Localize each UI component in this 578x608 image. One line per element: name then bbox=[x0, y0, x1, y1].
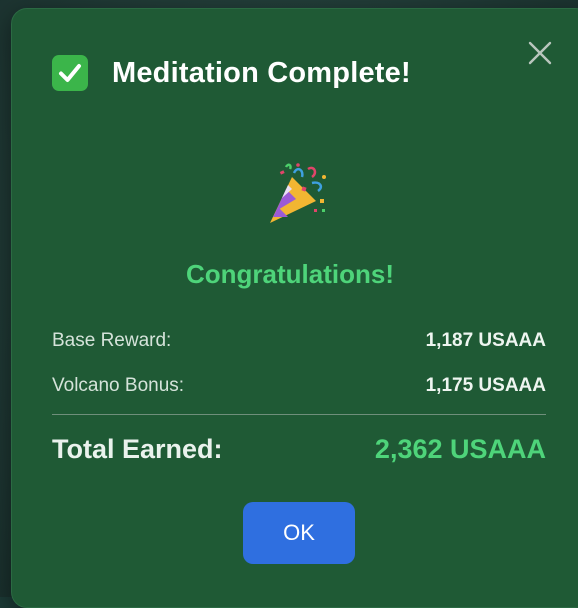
party-popper-icon bbox=[262, 161, 334, 233]
congratulations-heading: Congratulations! bbox=[186, 259, 394, 289]
check-mark-icon bbox=[52, 55, 88, 91]
volcano-bonus-label: Volcano Bonus: bbox=[52, 375, 185, 396]
volcano-bonus-row: Volcano Bonus: 1,175 USAAA bbox=[52, 375, 546, 397]
total-earned-label: Total Earned: bbox=[52, 434, 223, 464]
base-reward-row: Base Reward: 1,187 USAAA bbox=[52, 330, 546, 352]
check-mark-glyph bbox=[59, 64, 81, 82]
dialog-title: Meditation Complete! bbox=[112, 56, 411, 89]
close-button[interactable] bbox=[526, 39, 554, 67]
base-reward-label: Base Reward: bbox=[52, 330, 172, 351]
divider bbox=[52, 414, 546, 415]
close-icon bbox=[528, 41, 552, 65]
meditation-complete-dialog: Meditation Complete! Congratulations! Ba… bbox=[11, 8, 578, 608]
total-earned-value: 2,362 USAAA bbox=[374, 434, 546, 464]
total-earned-row: Total Earned: 2,362 USAAA bbox=[52, 434, 546, 465]
volcano-bonus-value: 1,175 USAAA bbox=[425, 375, 546, 396]
base-reward-value: 1,187 USAAA bbox=[425, 330, 546, 351]
ok-button[interactable]: OK bbox=[243, 502, 355, 564]
dialog-header: Meditation Complete! bbox=[52, 55, 411, 91]
